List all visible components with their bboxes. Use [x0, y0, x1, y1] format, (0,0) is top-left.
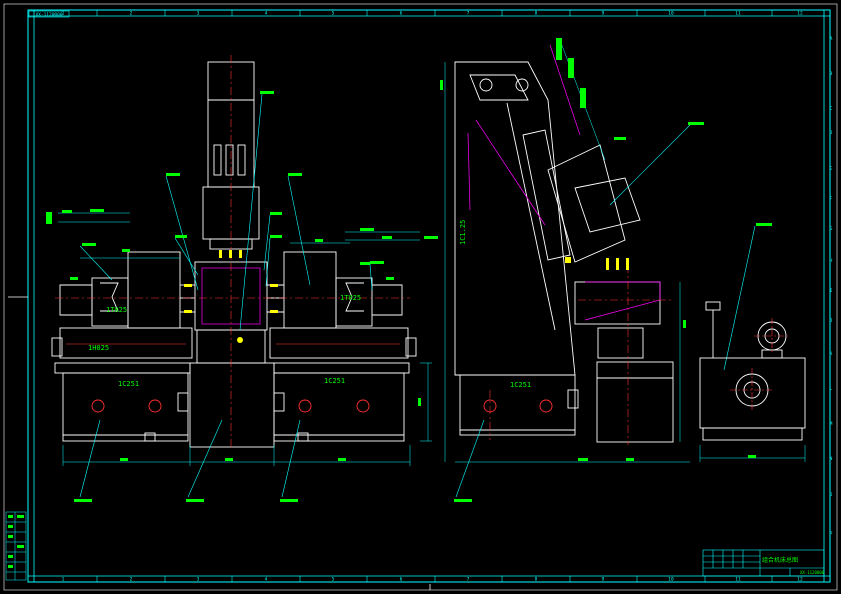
svg-text:G: G — [830, 226, 833, 232]
front-part-labels: 1C251 1C251 1T025 1T025 1H025 — [88, 294, 361, 388]
svg-text:8: 8 — [535, 577, 538, 583]
svg-text:1: 1 — [62, 577, 65, 583]
svg-text:O: O — [830, 492, 833, 498]
svg-text:F: F — [830, 196, 833, 202]
side-tool-points — [565, 257, 629, 270]
svg-text:11: 11 — [735, 11, 741, 17]
svg-text:12: 12 — [797, 11, 803, 17]
svg-text:10: 10 — [668, 11, 674, 17]
svg-text:B: B — [830, 71, 833, 77]
front-leader-tags — [46, 91, 438, 502]
svg-text:8: 8 — [535, 11, 538, 17]
hydraulic-dimensions — [699, 445, 806, 462]
svg-text:N: N — [830, 456, 833, 462]
border-column-labels: 1 2 3 4 5 6 7 8 9 10 11 12 1 2 3 4 5 6 7… — [62, 11, 803, 583]
svg-text:4: 4 — [265, 577, 268, 583]
svg-text:L: L — [830, 386, 833, 392]
svg-text:6: 6 — [400, 577, 403, 583]
svg-text:2: 2 — [130, 11, 133, 17]
cad-drawing-canvas: 1 2 3 4 5 6 7 8 9 10 11 12 1 2 3 4 5 6 7… — [3, 3, 838, 591]
right-head-label: 1T025 — [340, 294, 361, 302]
svg-text:11: 11 — [735, 577, 741, 583]
svg-text:M: M — [830, 421, 833, 427]
left-head-label: 1T025 — [106, 306, 127, 314]
revision-strip — [5, 511, 27, 581]
svg-text:D: D — [830, 130, 833, 136]
side-centerlines — [489, 265, 672, 445]
svg-text:A: A — [830, 36, 833, 42]
svg-text:6: 6 — [400, 11, 403, 17]
svg-text:5: 5 — [332, 11, 335, 17]
side-part-labels: 1C251 1C1.25 — [459, 220, 531, 389]
front-view — [51, 61, 417, 448]
svg-text:3: 3 — [197, 11, 200, 17]
svg-text:2: 2 — [130, 577, 133, 583]
svg-text:9: 9 — [602, 577, 605, 583]
svg-text:12: 12 — [797, 577, 803, 583]
side-accent-lines — [467, 44, 661, 321]
svg-text:10: 10 — [668, 577, 674, 583]
title-block-title: 组合机床总图 — [762, 556, 798, 564]
svg-text:K: K — [830, 351, 833, 357]
left-base-label: 1C251 — [118, 380, 139, 388]
svg-text:7: 7 — [467, 577, 470, 583]
svg-text:E: E — [830, 166, 833, 172]
side-leaders — [455, 124, 756, 498]
side-base-label: 1C251 — [510, 381, 531, 389]
column-label: 1C1.25 — [459, 220, 467, 245]
right-base-label: 1C251 — [324, 377, 345, 385]
drawing-frame — [3, 3, 838, 591]
svg-text:7: 7 — [467, 11, 470, 17]
svg-text:J: J — [830, 318, 833, 324]
hydraulic-centerlines — [730, 318, 790, 412]
side-view — [454, 61, 674, 443]
hydraulic-unit — [699, 301, 806, 441]
hydraulic-dim-value — [748, 455, 756, 458]
svg-text:I: I — [830, 288, 833, 294]
front-centerlines — [55, 55, 410, 448]
svg-text:XX-1120000: XX-1120000 — [35, 12, 62, 18]
side-dimensions — [444, 39, 690, 463]
side-leader-tags — [454, 122, 772, 502]
svg-text:5: 5 — [332, 577, 335, 583]
centering-marks — [8, 296, 431, 590]
front-dim-values — [62, 209, 421, 461]
svg-text:9: 9 — [602, 11, 605, 17]
svg-text:P: P — [830, 531, 833, 537]
zone-ticks — [96, 10, 773, 582]
svg-text:3: 3 — [197, 577, 200, 583]
title-block-code: XX-1120000 — [800, 570, 825, 575]
left-slide-label: 1H025 — [88, 344, 109, 352]
svg-text:C: C — [830, 106, 833, 112]
front-dimensions — [58, 212, 432, 466]
svg-text:4: 4 — [265, 11, 268, 17]
svg-text:H: H — [830, 258, 833, 264]
